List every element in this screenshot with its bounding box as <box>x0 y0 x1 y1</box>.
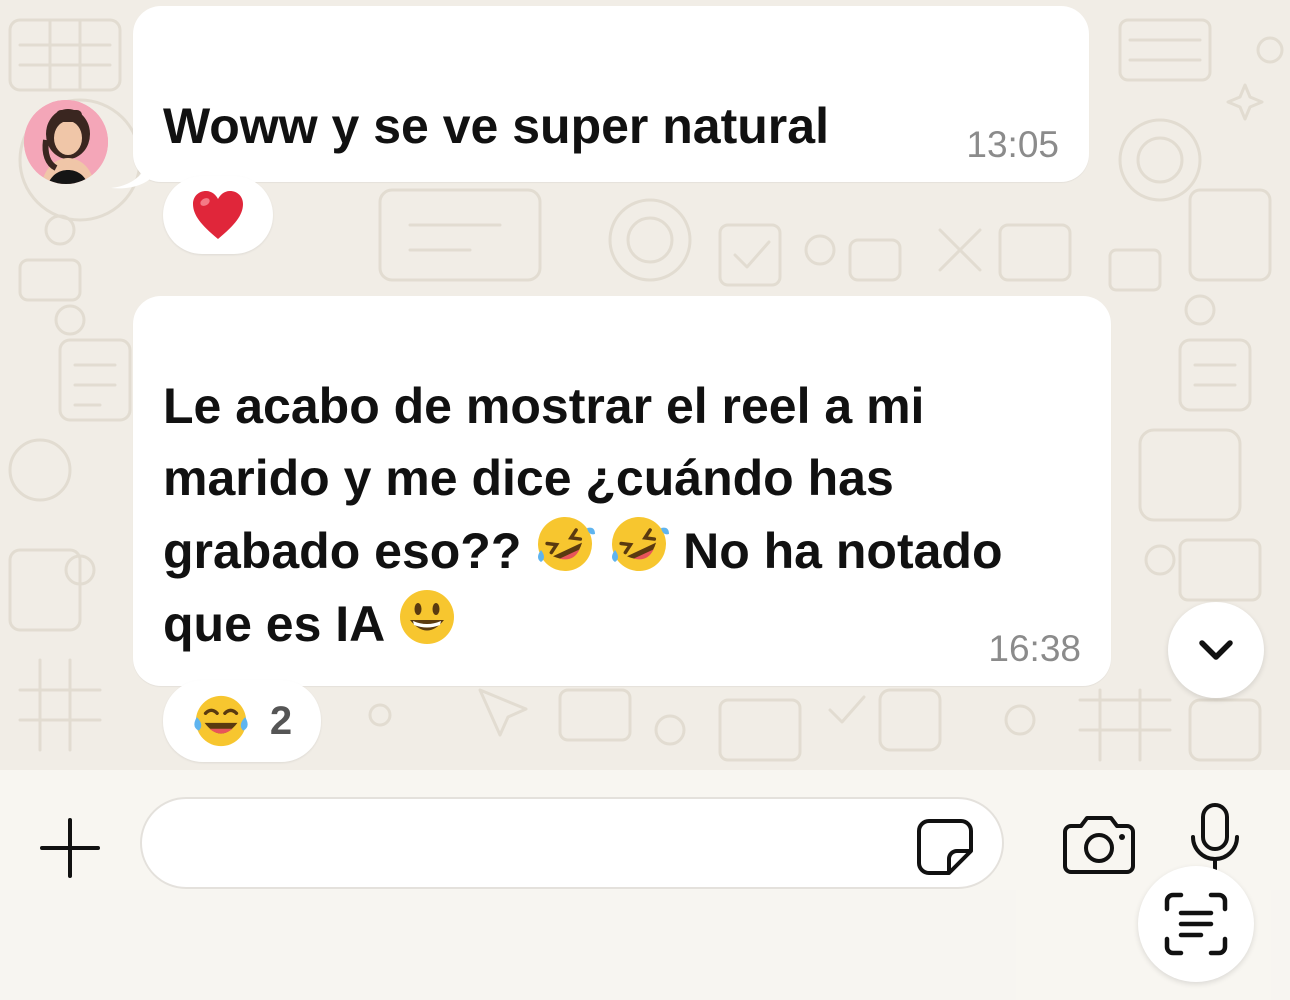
text-scan-icon <box>1164 892 1228 956</box>
message-bubble[interactable]: Woww y se ve super natural 13:05 <box>111 6 1089 189</box>
rolling-on-floor-laughing-icon <box>612 517 670 571</box>
message-reaction[interactable] <box>163 176 273 254</box>
rolling-on-floor-laughing-icon <box>538 517 596 571</box>
tears-of-joy-icon <box>194 695 248 747</box>
camera-icon[interactable] <box>1056 806 1142 882</box>
sticker-icon[interactable] <box>910 812 980 882</box>
message-input-box[interactable] <box>140 797 1004 889</box>
contact-avatar[interactable] <box>24 100 108 184</box>
bubble-tail <box>111 144 151 189</box>
message-timestamp: 13:05 <box>966 124 1059 165</box>
message-input[interactable] <box>172 819 896 871</box>
message-bubble[interactable]: Le acabo de mostrar el reel a mi marido … <box>133 296 1111 686</box>
message-text: Woww y se ve super natural <box>163 98 829 154</box>
message-reaction[interactable]: 2 <box>163 680 321 762</box>
message-text: Le acabo de mostrar el reel a mi marido … <box>163 370 1093 660</box>
grinning-face-icon <box>400 590 455 644</box>
red-heart-icon <box>193 191 243 239</box>
message-timestamp: 16:38 <box>988 628 1081 669</box>
scroll-to-bottom-button[interactable] <box>1168 602 1264 698</box>
chevron-down-icon <box>1199 640 1233 660</box>
reaction-count: 2 <box>269 698 293 743</box>
plus-icon[interactable] <box>30 808 110 888</box>
text-scan-button[interactable] <box>1138 866 1254 982</box>
